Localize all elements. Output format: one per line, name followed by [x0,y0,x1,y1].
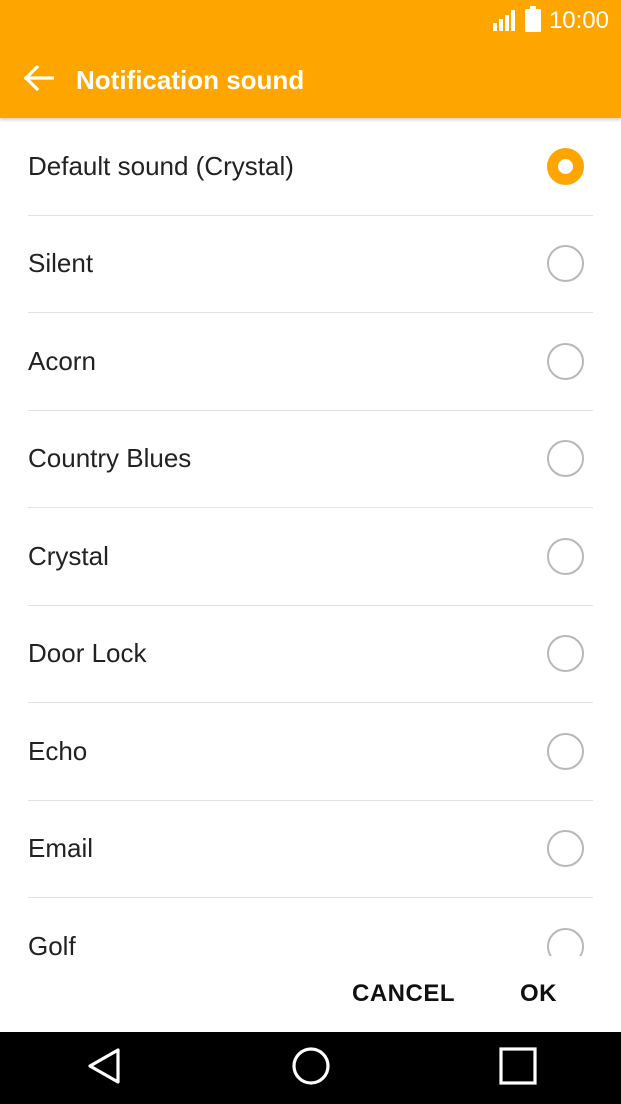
radio-button[interactable] [547,537,584,575]
status-bar: 10:00 [492,5,609,37]
nav-home-button[interactable] [271,1032,351,1104]
toolbar: Notification sound [0,52,621,108]
page-title: Notification sound [76,64,305,95]
app-header: 10:00 Notification sound [0,0,621,118]
list-item-label: Email [28,833,94,864]
list-item[interactable]: Golf [28,898,593,956]
status-time: 10:00 [548,7,609,34]
list-item[interactable]: Country Blues [28,411,593,508]
list-item-label: Crystal [28,540,109,571]
radio-button[interactable] [547,830,584,868]
list-item-label: Acorn [28,345,96,376]
radio-button[interactable] [547,440,584,478]
list-item[interactable]: Echo [28,703,593,801]
recents-square-icon [498,1046,538,1091]
list-item-label: Default sound (Crystal) [28,150,294,181]
radio-button[interactable] [547,928,584,956]
list-item-label: Door Lock [28,638,147,669]
list-item-label: Golf [28,931,76,956]
list-item[interactable]: Door Lock [28,606,593,703]
signal-icon [492,7,519,36]
radio-button-selected[interactable] [547,147,584,185]
battery-icon [524,5,541,37]
back-triangle-icon [84,1046,124,1091]
radio-button[interactable] [547,732,584,770]
list-item-label: Country Blues [28,443,192,474]
radio-button[interactable] [547,635,584,673]
list-item-label: Echo [28,735,88,766]
cancel-button[interactable]: CANCEL [352,980,455,1008]
sound-list[interactable]: Default sound (Crystal) Silent Acorn Cou… [0,118,621,956]
list-item-label: Silent [28,248,94,279]
radio-button[interactable] [547,245,584,283]
nav-recents-button[interactable] [478,1032,558,1104]
radio-button[interactable] [547,342,584,380]
list-item[interactable]: Silent [28,216,593,313]
list-item[interactable]: Default sound (Crystal) [28,118,593,216]
dialog-actions: CANCEL OK [0,956,621,1032]
ok-button[interactable]: OK [520,980,557,1008]
arrow-left-icon [23,64,55,96]
list-item[interactable]: Email [28,801,593,898]
back-button[interactable] [12,53,66,107]
nav-back-button[interactable] [64,1032,144,1104]
navigation-bar [0,1032,621,1104]
home-circle-icon [290,1045,332,1092]
list-item[interactable]: Crystal [28,508,593,606]
list-item[interactable]: Acorn [28,313,593,411]
